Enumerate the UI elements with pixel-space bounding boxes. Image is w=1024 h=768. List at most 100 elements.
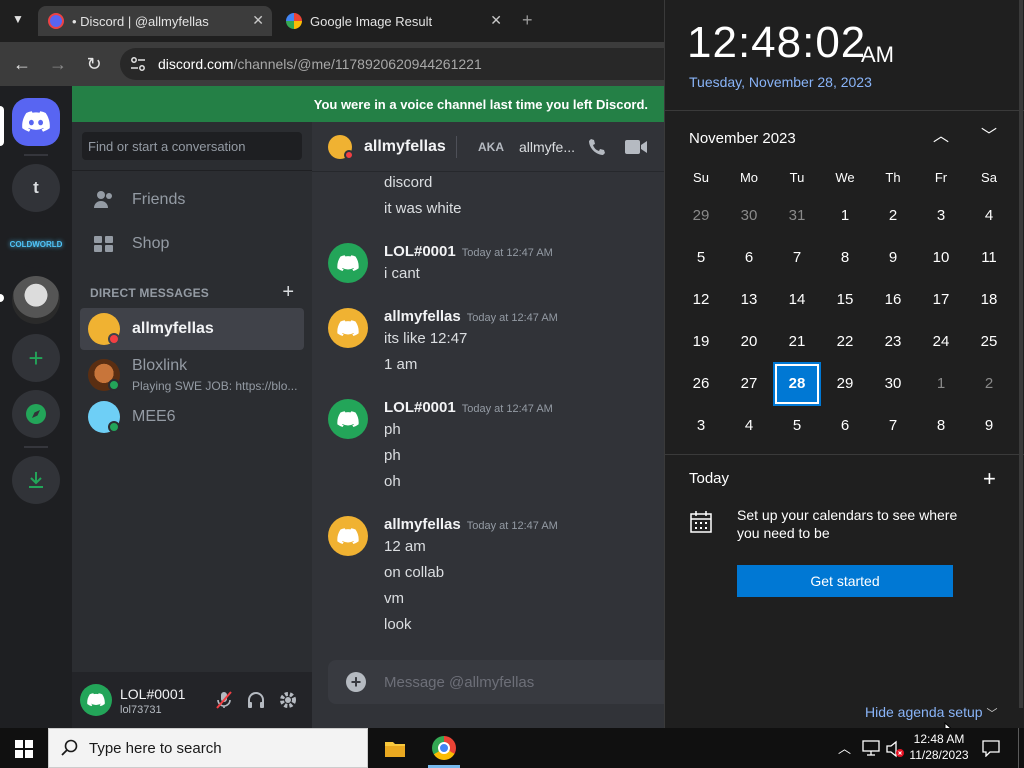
- download-apps-button[interactable]: [12, 456, 60, 504]
- dm-item-bloxlink[interactable]: Bloxlink Playing SWE JOB: https://blo...: [80, 354, 304, 396]
- calendar-day-today[interactable]: 28: [773, 362, 821, 406]
- calendar-day[interactable]: 29: [679, 196, 723, 236]
- calendar-day[interactable]: 6: [727, 238, 771, 278]
- discord-home-button[interactable]: [12, 98, 60, 146]
- add-server-button[interactable]: +: [12, 334, 60, 382]
- calendar-day[interactable]: 5: [775, 406, 819, 446]
- headphones-icon[interactable]: [246, 690, 266, 710]
- chrome-icon[interactable]: [432, 736, 456, 760]
- author-avatar[interactable]: [328, 516, 368, 556]
- author-name[interactable]: allmyfellas: [384, 308, 461, 325]
- friends-nav[interactable]: Friends: [80, 179, 304, 221]
- calendar-day[interactable]: 4: [967, 196, 1011, 236]
- author-name[interactable]: LOL#0001: [384, 399, 456, 416]
- hide-agenda-link[interactable]: Hide agenda setup ﹀: [865, 704, 997, 721]
- calendar-day[interactable]: 9: [871, 238, 915, 278]
- address-bar[interactable]: discord.com/channels/@me/117892062094426…: [120, 48, 680, 80]
- author-avatar[interactable]: [328, 308, 368, 348]
- reload-icon[interactable]: ↻: [82, 52, 106, 76]
- month-year-label[interactable]: November 2023: [689, 130, 796, 147]
- calendar-day[interactable]: 30: [871, 364, 915, 404]
- settings-gear-icon[interactable]: [278, 690, 298, 710]
- new-tab-icon[interactable]: +: [522, 10, 533, 31]
- server-coldworld[interactable]: COLDWORLD: [10, 220, 62, 268]
- calendar-day[interactable]: 20: [727, 322, 771, 362]
- windows-start-icon[interactable]: [15, 740, 33, 758]
- calendar-day[interactable]: 2: [871, 196, 915, 236]
- calendar-day[interactable]: 3: [919, 196, 963, 236]
- dm-item-mee6[interactable]: MEE6: [80, 396, 304, 438]
- author-name[interactable]: LOL#0001: [384, 243, 456, 260]
- close-tab-icon[interactable]: ✕: [252, 12, 264, 29]
- calendar-day[interactable]: 8: [823, 238, 867, 278]
- calendar-day[interactable]: 1: [919, 364, 963, 404]
- author-avatar[interactable]: [328, 243, 368, 283]
- calendar-day[interactable]: 2: [967, 364, 1011, 404]
- voice-call-icon[interactable]: [586, 136, 608, 158]
- server-t[interactable]: t: [12, 164, 60, 212]
- calendar-day[interactable]: 17: [919, 280, 963, 320]
- taskbar-clock[interactable]: 12:48 AM 11/28/2023: [906, 731, 972, 763]
- add-attachment-icon[interactable]: +: [346, 672, 366, 692]
- calendar-day[interactable]: 7: [871, 406, 915, 446]
- calendar-day[interactable]: 26: [679, 364, 723, 404]
- notifications-icon[interactable]: [982, 739, 1000, 757]
- site-settings-icon[interactable]: [130, 56, 146, 72]
- network-icon[interactable]: [862, 740, 880, 756]
- calendar-day[interactable]: 27: [727, 364, 771, 404]
- forward-arrow-icon[interactable]: →: [46, 52, 70, 76]
- flyout-scrollbar[interactable]: [1019, 0, 1023, 708]
- taskbar-search-box[interactable]: Type here to search: [48, 728, 368, 768]
- explore-servers-button[interactable]: [12, 390, 60, 438]
- calendar-day[interactable]: 6: [823, 406, 867, 446]
- calendar-day[interactable]: 31: [775, 196, 819, 236]
- calendar-day[interactable]: 15: [823, 280, 867, 320]
- calendar-day[interactable]: 7: [775, 238, 819, 278]
- previous-month-chevron-icon[interactable]: ︿: [929, 125, 953, 149]
- mute-mic-icon[interactable]: [214, 690, 234, 710]
- calendar-day[interactable]: 3: [679, 406, 723, 446]
- calendar-day[interactable]: 5: [679, 238, 723, 278]
- create-dm-icon[interactable]: +: [282, 281, 294, 304]
- calendar-day[interactable]: 8: [919, 406, 963, 446]
- shop-nav[interactable]: Shop: [80, 223, 304, 265]
- find-conversation-input[interactable]: Find or start a conversation: [82, 132, 302, 160]
- long-date-link[interactable]: Tuesday, November 28, 2023: [689, 74, 872, 90]
- calendar-day[interactable]: 10: [919, 238, 963, 278]
- video-call-icon[interactable]: [624, 137, 648, 157]
- calendar-day[interactable]: 21: [775, 322, 819, 362]
- calendar-day[interactable]: 12: [679, 280, 723, 320]
- message-composer[interactable]: + Message @allmyfellas: [328, 660, 664, 704]
- calendar-day[interactable]: 24: [919, 322, 963, 362]
- tab-discord[interactable]: • Discord | @allmyfellas ✕: [38, 6, 272, 36]
- calendar-day[interactable]: 25: [967, 322, 1011, 362]
- calendar-day[interactable]: 18: [967, 280, 1011, 320]
- show-hidden-icons-icon[interactable]: ︿: [838, 738, 851, 757]
- calendar-day[interactable]: 22: [823, 322, 867, 362]
- user-avatar[interactable]: [80, 684, 112, 716]
- calendar-day[interactable]: 30: [727, 196, 771, 236]
- add-event-icon[interactable]: +: [983, 466, 996, 492]
- server-avatar[interactable]: [12, 276, 60, 324]
- file-explorer-icon[interactable]: [384, 738, 406, 758]
- calendar-day[interactable]: 19: [679, 322, 723, 362]
- calendar-day[interactable]: 23: [871, 322, 915, 362]
- show-desktop-button[interactable]: [1018, 728, 1019, 768]
- dm-item-allmyfellas[interactable]: allmyfellas: [80, 308, 304, 350]
- close-tab-icon[interactable]: ✕: [490, 12, 502, 29]
- volume-muted-icon[interactable]: [886, 740, 904, 758]
- calendar-day[interactable]: 11: [967, 238, 1011, 278]
- calendar-day[interactable]: 16: [871, 280, 915, 320]
- calendar-day[interactable]: 13: [727, 280, 771, 320]
- tab-google-image[interactable]: Google Image Result ✕: [278, 6, 510, 36]
- next-month-chevron-icon[interactable]: ﹀: [977, 125, 1001, 149]
- calendar-day[interactable]: 9: [967, 406, 1011, 446]
- author-name[interactable]: allmyfellas: [384, 516, 461, 533]
- calendar-day[interactable]: 4: [727, 406, 771, 446]
- get-started-button[interactable]: Get started: [737, 565, 953, 597]
- calendar-day[interactable]: 14: [775, 280, 819, 320]
- author-avatar[interactable]: [328, 399, 368, 439]
- calendar-day[interactable]: 29: [823, 364, 867, 404]
- back-arrow-icon[interactable]: ←: [10, 52, 34, 76]
- tab-search-chevron-icon[interactable]: ▼: [12, 12, 24, 26]
